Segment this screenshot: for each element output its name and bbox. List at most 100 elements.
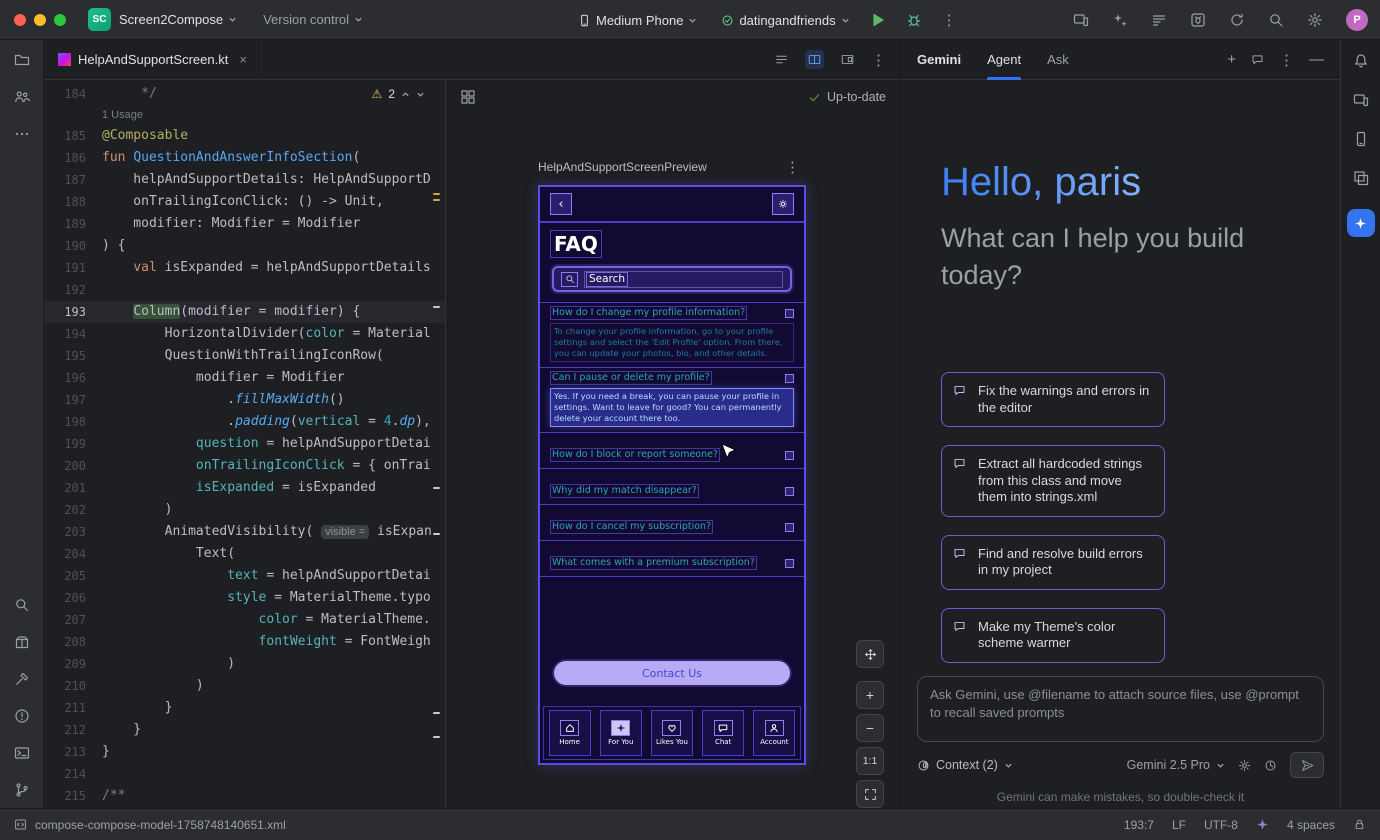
zoom-out-button[interactable]: − (856, 714, 884, 742)
line-separator[interactable]: LF (1172, 818, 1186, 832)
suggestion-card[interactable]: Find and resolve build errors in my proj… (941, 535, 1165, 590)
expand-icon[interactable] (785, 523, 794, 532)
code-line[interactable]: 187 helpAndSupportDetails: HelpAndSuppor… (44, 169, 445, 191)
zoom-reset-button[interactable]: 1:1 (856, 747, 884, 775)
code-line[interactable]: 196 modifier = Modifier (44, 367, 445, 389)
more-run-options-button[interactable]: ⋮ (942, 11, 957, 29)
code-line[interactable]: 212 } (44, 719, 445, 741)
nav-item-for-you[interactable]: For You (600, 710, 642, 756)
code-line[interactable]: 191 val isExpanded = helpAndSupportDetai… (44, 257, 445, 279)
profile-avatar[interactable]: P (1346, 9, 1368, 31)
code-line[interactable]: 210 ) (44, 675, 445, 697)
running-devices-icon[interactable] (1073, 12, 1089, 28)
history-icon[interactable] (1264, 759, 1277, 772)
expand-icon[interactable] (785, 451, 794, 460)
app-insights-icon[interactable] (1190, 12, 1206, 28)
notifications-bell-icon[interactable] (1353, 53, 1369, 69)
file-encoding[interactable]: UTF-8 (1204, 818, 1238, 832)
gemini-tool-button[interactable] (1347, 209, 1375, 237)
code-line[interactable]: 203 AnimatedVisibility( visible = isExpa… (44, 521, 445, 543)
layout-inspector-icon[interactable] (1353, 170, 1369, 186)
pan-tool-button[interactable] (856, 640, 884, 668)
caret-position[interactable]: 193:7 (1124, 818, 1154, 832)
terminal-icon[interactable] (14, 745, 30, 761)
code-line[interactable]: 202 ) (44, 499, 445, 521)
settings-gear-icon[interactable] (1307, 12, 1323, 28)
git-branch-icon[interactable] (14, 782, 30, 798)
code-line[interactable]: 189 modifier: Modifier = Modifier (44, 213, 445, 235)
code-line[interactable]: 200 onTrailingIconClick = { onTrai (44, 455, 445, 477)
code-line[interactable]: 193 Column(modifier = modifier) { (44, 301, 445, 323)
zoom-in-button[interactable]: + (856, 681, 884, 709)
code-line[interactable]: 201 isExpanded = isExpanded (44, 477, 445, 499)
settings-button[interactable] (772, 193, 794, 215)
project-selector[interactable]: Screen2Compose (119, 12, 237, 27)
code-line[interactable]: 207 color = MaterialTheme. (44, 609, 445, 631)
lock-icon[interactable] (1353, 818, 1366, 831)
next-warning-icon[interactable] (416, 90, 425, 99)
code-line[interactable]: 190) { (44, 235, 445, 257)
debug-button[interactable] (906, 12, 922, 28)
context-selector[interactable]: Context (2) (917, 758, 1013, 772)
split-view-toggle[interactable] (805, 50, 824, 69)
window-controls[interactable] (14, 14, 66, 26)
status-file-name[interactable]: compose-compose-model-1758748140651.xml (35, 818, 286, 832)
close-window-button[interactable] (14, 14, 26, 26)
code-lines[interactable]: 184 */1 Usage185@Composable186fun Questi… (44, 80, 445, 807)
inspections-widget[interactable]: ⚠ 2 (372, 87, 425, 101)
code-line[interactable]: 185@Composable (44, 125, 445, 147)
code-line[interactable]: 186fun QuestionAndAnswerInfoSection( (44, 147, 445, 169)
code-editor[interactable]: 184 */1 Usage185@Composable186fun Questi… (44, 80, 445, 808)
suggestion-card[interactable]: Fix the warnings and errors in the edito… (941, 372, 1165, 427)
device-selector[interactable]: Medium Phone (578, 13, 697, 28)
nav-item-account[interactable]: Account (753, 710, 795, 756)
suggestion-card[interactable]: Make my Theme's color scheme warmer (941, 608, 1165, 663)
tab-agent[interactable]: Agent (987, 40, 1021, 80)
search-icon[interactable] (1268, 12, 1284, 28)
device-manager-icon[interactable] (1353, 131, 1369, 147)
code-line[interactable]: 205 text = helpAndSupportDetai (44, 565, 445, 587)
code-line[interactable]: 194 HorizontalDivider(color = Material (44, 323, 445, 345)
hide-panel-button[interactable]: — (1309, 51, 1324, 68)
run-configuration-selector[interactable]: datingandfriends (721, 13, 849, 28)
nav-item-likes-you[interactable]: Likes You (651, 710, 693, 756)
expand-icon[interactable] (785, 309, 794, 318)
contact-us-button[interactable]: Contact Us (554, 661, 790, 685)
expand-icon[interactable] (785, 559, 794, 568)
design-view-toggle[interactable] (838, 50, 857, 69)
code-line[interactable]: 214 (44, 763, 445, 785)
faq-question-row[interactable]: What comes with a premium subscription? (550, 556, 794, 570)
faq-question-row[interactable]: How do I block or report someone? (550, 448, 794, 462)
faq-question-row[interactable]: How do I cancel my subscription? (550, 520, 794, 534)
gemini-settings-icon[interactable] (1238, 759, 1251, 772)
code-line[interactable]: 198 .padding(vertical = 4.dp), (44, 411, 445, 433)
code-line[interactable]: 192 (44, 279, 445, 301)
run-button[interactable] (870, 12, 886, 28)
build-hammer-icon[interactable] (14, 671, 30, 687)
device-explorer-icon[interactable] (1353, 92, 1369, 108)
code-line[interactable]: 199 question = helpAndSupportDetai (44, 433, 445, 455)
find-tool-icon[interactable] (14, 597, 30, 613)
code-line[interactable]: 213} (44, 741, 445, 763)
users-icon[interactable] (14, 89, 30, 105)
problems-icon[interactable] (14, 708, 30, 724)
ai-status-icon[interactable] (1256, 818, 1269, 831)
code-line[interactable]: 204 Text( (44, 543, 445, 565)
gemini-options-button[interactable]: ⋮ (1279, 51, 1294, 69)
expand-icon[interactable] (785, 487, 794, 496)
faq-question-row[interactable]: Why did my match disappear? (550, 484, 794, 498)
send-button[interactable] (1290, 752, 1324, 778)
indent-setting[interactable]: 4 spaces (1287, 818, 1335, 832)
chat-history-icon[interactable] (1251, 53, 1264, 66)
zoom-window-button[interactable] (54, 14, 66, 26)
editor-tab[interactable]: HelpAndSupportScreen.kt × (44, 40, 262, 80)
new-chat-button[interactable]: + (1227, 51, 1236, 68)
editor-options-button[interactable]: ⋮ (871, 51, 886, 69)
logcat-icon[interactable] (1151, 12, 1167, 28)
faq-question-row[interactable]: Can I pause or delete my profile? (550, 371, 794, 385)
prev-warning-icon[interactable] (401, 90, 410, 99)
code-line[interactable]: 211 } (44, 697, 445, 719)
code-line[interactable]: 195 QuestionWithTrailingIconRow( (44, 345, 445, 367)
tab-gemini[interactable]: Gemini (917, 40, 961, 80)
ui-check-icon[interactable] (460, 89, 476, 105)
